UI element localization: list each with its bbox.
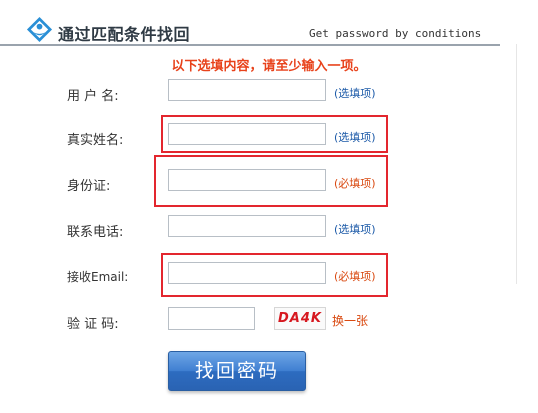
realname-hint: (选填项) xyxy=(334,131,376,144)
idcard-label: 身份证: xyxy=(67,179,111,194)
idcard-row: 身份证: (必填项) xyxy=(0,167,538,197)
email-hint: (必填项) xyxy=(334,270,376,283)
email-label: 接收Email: xyxy=(67,270,129,284)
username-row: 用 户 名: (选填项) xyxy=(0,77,538,107)
logo-icon xyxy=(26,16,53,43)
username-label: 用 户 名: xyxy=(67,89,119,104)
username-input[interactable] xyxy=(168,79,326,101)
page-subtitle: Get password by conditions xyxy=(309,27,482,40)
realname-label: 真实姓名: xyxy=(67,133,124,148)
phone-hint: (选填项) xyxy=(334,223,376,236)
idcard-input[interactable] xyxy=(168,169,326,191)
captcha-row: 验 证 码: DA4K 换一张 xyxy=(0,305,538,335)
notice-text: 以下选填内容，请至少输入一项。 xyxy=(171,59,367,74)
phone-input[interactable] xyxy=(168,215,326,237)
captcha-image[interactable]: DA4K xyxy=(274,307,326,330)
username-hint: (选填项) xyxy=(334,87,376,100)
captcha-input[interactable] xyxy=(168,307,255,330)
email-input[interactable] xyxy=(168,262,326,284)
page-title: 通过匹配条件找回 xyxy=(58,25,191,44)
email-row: 接收Email: (必填项) xyxy=(0,260,538,290)
phone-row: 联系电话: (选填项) xyxy=(0,213,538,243)
phone-label: 联系电话: xyxy=(67,225,124,240)
refresh-captcha-link[interactable]: 换一张 xyxy=(332,312,368,329)
realname-input[interactable] xyxy=(168,123,326,145)
captcha-label: 验 证 码: xyxy=(67,317,119,332)
realname-row: 真实姓名: (选填项) xyxy=(0,121,538,151)
idcard-hint: (必填项) xyxy=(334,177,376,190)
find-password-button[interactable]: 找回密码 xyxy=(168,351,306,391)
page-header: 通过匹配条件找回 Get password by conditions xyxy=(0,0,500,46)
